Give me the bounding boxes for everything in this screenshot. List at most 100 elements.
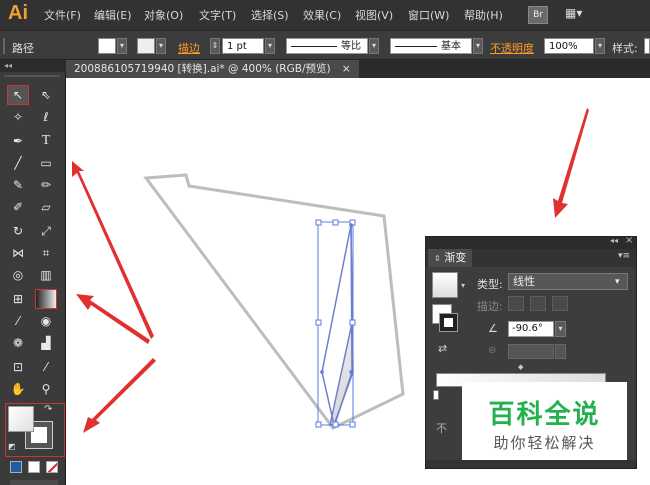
selection-tool-icon[interactable]: ↖ [7,85,29,105]
stroke-gradient-within-icon[interactable] [508,296,524,311]
menu-help[interactable]: 帮助(H) [464,7,503,23]
mesh-tool-icon[interactable]: ⊞ [8,290,28,308]
zoom-tool-icon[interactable]: ⚲ [36,380,56,398]
watermark-title: 百科全说 [488,400,601,430]
hand-tool-icon[interactable]: ✋ [8,380,28,398]
direct-selection-tool-icon[interactable]: ⇖ [36,86,56,104]
style-label: 样式: [612,42,638,55]
watermark-subtitle: 助你轻松解决 [493,434,596,452]
rectangle-tool-icon[interactable]: ▭ [36,154,56,172]
brush-definition[interactable]: 基本 [390,38,472,54]
menu-window[interactable]: 窗口(W) [408,7,449,23]
panel-menu-icon[interactable]: ▾≡ [618,251,630,261]
midpoint-diamond-icon[interactable]: ◆ [518,363,523,371]
collapse-icon[interactable]: ◂◂ [0,60,66,72]
blend-tool-icon[interactable]: ◉ [36,312,56,330]
fill-swatch[interactable] [98,38,116,54]
fill-color-box[interactable] [8,406,34,432]
screen-mode-icon[interactable] [10,480,58,485]
document-tab-title: 200886105719940 [转换].ai* @ 400% (RGB/预览) [74,63,331,75]
panel-bottom-bar [426,460,636,468]
menu-object[interactable]: 对象(O) [144,7,183,23]
fill-dropdown-icon[interactable]: ▾ [117,38,127,54]
gradient-mode-icon[interactable] [28,461,40,473]
stroke-swatch[interactable] [137,38,155,54]
tab-toggle-icon: ⇕ [434,254,441,263]
menu-edit[interactable]: 编辑(E) [94,7,132,23]
stroke-box-small[interactable] [440,314,457,331]
stroke-stepper-icon[interactable]: ⇕ [210,38,220,54]
magic-wand-tool-icon[interactable]: ✧ [8,108,28,126]
scale-tool-icon[interactable]: ⤢ [36,222,56,240]
menu-view[interactable]: 视图(V) [355,7,393,23]
free-transform-tool-icon[interactable]: ⌗ [36,244,56,262]
menu-select[interactable]: 选择(S) [251,7,289,23]
panel-close-icon[interactable]: × [625,235,633,246]
watermark: 百科全说 助你轻松解决 [462,382,627,460]
gradient-preview-swatch[interactable] [432,272,458,298]
opacity-link[interactable]: 不透明度 [490,40,534,56]
menu-effect[interactable]: 效果(C) [303,7,341,23]
bridge-button[interactable]: Br [528,6,548,24]
gradient-preview-dropdown-icon[interactable]: ▾ [461,281,465,290]
angle-dropdown-icon[interactable]: ▾ [555,321,566,337]
angle-field[interactable]: -90.6° [508,321,554,337]
close-icon[interactable]: × [342,63,351,75]
color-mode-icon[interactable] [10,461,22,473]
brush-line-icon [395,46,437,47]
bounding-box [317,221,354,426]
reverse-gradient-icon[interactable]: ⇄ [438,342,447,355]
gradient-filled-shape [329,224,353,426]
stroke-weight-dropdown-icon[interactable]: ▾ [265,38,275,54]
stroke-gradient-across-icon[interactable] [552,296,568,311]
rotate-tool-icon[interactable]: ↻ [8,222,28,240]
eyedropper-tool-icon[interactable]: ⁄ [8,312,28,330]
blob-brush-tool-icon[interactable]: ✐ [8,198,28,216]
gradient-stop-left[interactable] [433,390,439,400]
swap-colors-icon[interactable]: ↷ [44,404,52,415]
paintbrush-tool-icon[interactable]: ✎ [8,176,28,194]
default-colors-icon[interactable]: ◩ [8,442,16,451]
workspace-switcher-icon[interactable]: ▦▾ [565,6,593,24]
stroke-dropdown-icon[interactable]: ▾ [156,38,166,54]
lasso-tool-icon[interactable]: ℓ [36,108,56,126]
symbol-sprayer-tool-icon[interactable]: ❁ [8,334,28,352]
opacity-dropdown-icon[interactable]: ▾ [595,38,605,54]
column-graph-tool-icon[interactable]: ▟ [36,334,56,352]
stroke-link[interactable]: 描边 [178,40,200,56]
type-tool-icon[interactable]: T [36,132,56,150]
menu-file[interactable]: 文件(F) [44,7,81,23]
panel-collapse-icon[interactable]: ◂◂ [610,236,618,245]
gray-outline-shape [143,173,405,430]
eraser-tool-icon[interactable]: ▱ [36,198,56,216]
aspect-dropdown-icon [555,344,566,359]
shape-builder-tool-icon[interactable]: ◎ [8,266,28,284]
profile-dropdown-icon[interactable]: ▾ [369,38,379,54]
panel-titlebar: ◂◂ × [426,235,636,249]
app-logo: Ai [8,2,28,24]
stroke-gradient-along-icon[interactable] [530,296,546,311]
opacity-cut-label: 不 [436,422,447,435]
artboard-tool-icon[interactable]: ⊡ [8,358,28,376]
opacity-field[interactable]: 100% [544,38,594,54]
brush-dropdown-icon[interactable]: ▾ [473,38,483,54]
perspective-grid-tool-icon[interactable]: ▥ [36,266,56,284]
aspect-ratio-icon: ⊜ [488,345,497,356]
document-tab[interactable]: 200886105719940 [转换].ai* @ 400% (RGB/预览)… [66,60,359,78]
stroke-weight-field[interactable]: 1 pt [222,38,264,54]
gradient-type-select[interactable]: 线性 ▾ [508,273,628,290]
gradient-tool-icon[interactable] [35,289,57,309]
line-tool-icon[interactable]: ╱ [8,154,28,172]
pencil-tool-icon[interactable]: ✏ [36,176,56,194]
slice-tool-icon[interactable]: ⁄ [36,358,56,376]
style-swatch[interactable] [644,38,650,54]
tab-gradient[interactable]: ⇕ 渐变 [428,249,473,267]
gradient-type-value: 线性 [513,275,535,288]
profile-line-icon [291,46,337,47]
width-tool-icon[interactable]: ⋈ [8,244,28,262]
none-mode-icon[interactable] [46,461,58,473]
variable-width-profile[interactable]: 等比 [286,38,368,54]
type-dropdown-icon: ▾ [615,277,620,287]
pen-tool-icon[interactable]: ✒ [8,132,28,150]
menu-type[interactable]: 文字(T) [199,7,236,23]
